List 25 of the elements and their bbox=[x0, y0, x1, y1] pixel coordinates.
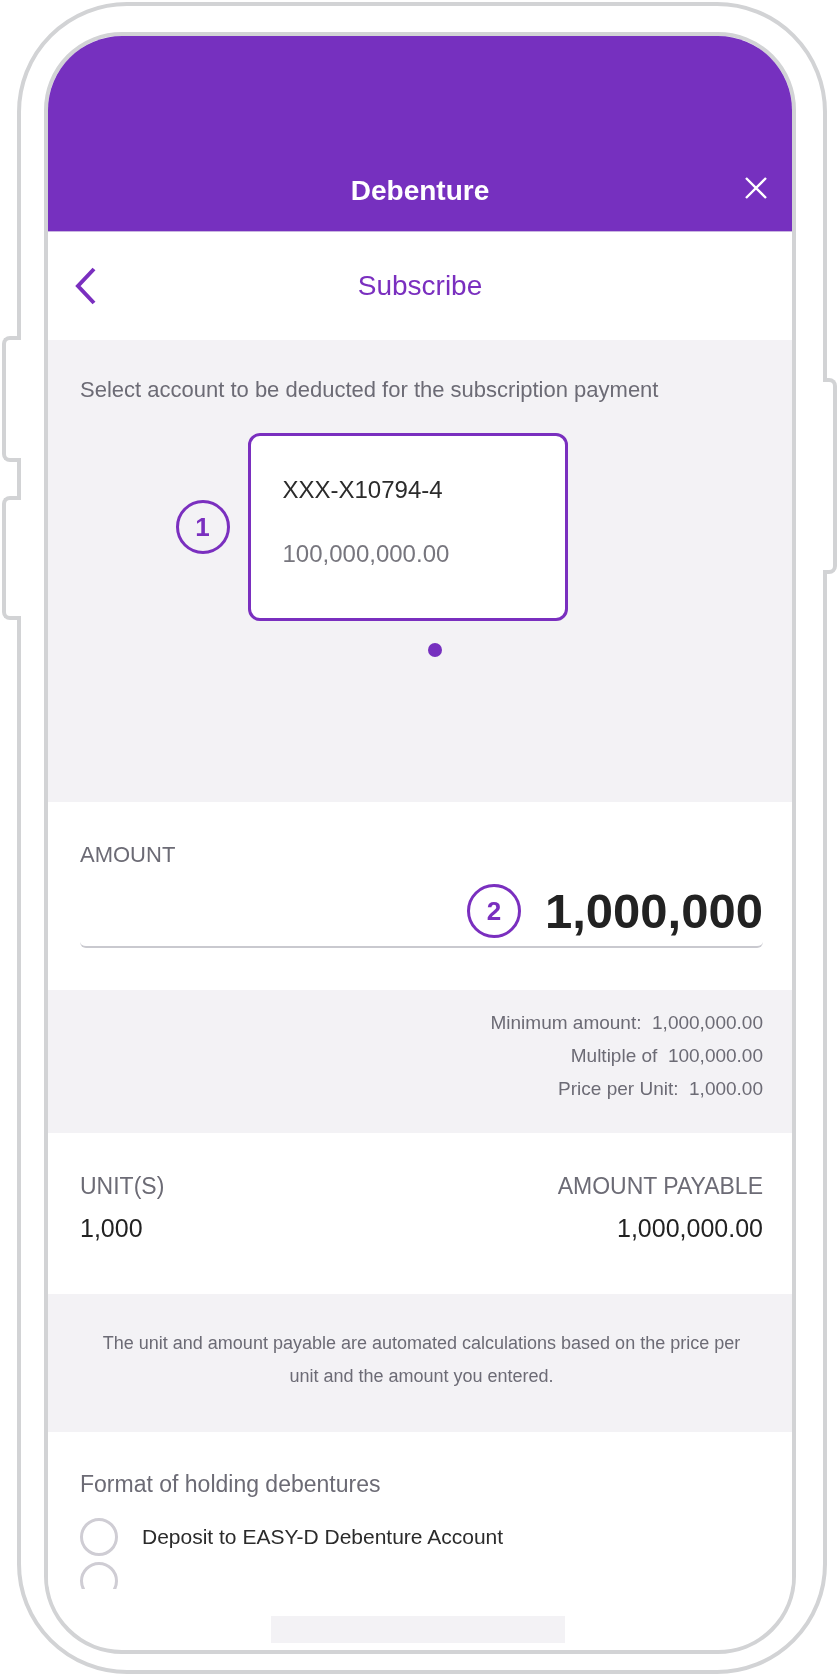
instruction-text: Select account to be deducted for the subscription payment bbox=[80, 376, 660, 404]
payable-value: 1,000,000.00 bbox=[617, 1214, 763, 1243]
amount-field[interactable]: 2 1,000,000 bbox=[80, 876, 763, 948]
account-balance: 100,000,000.00 bbox=[282, 540, 451, 568]
payable-label: AMOUNT PAYABLE bbox=[557, 1173, 763, 1200]
back-button[interactable] bbox=[75, 267, 97, 305]
step-number-badge: 1 bbox=[175, 500, 230, 554]
header-title: Debenture bbox=[350, 175, 490, 207]
option-label: Deposit to EASY-D Debenture Account bbox=[142, 1525, 504, 1549]
account-number: XXX-X10794-4 bbox=[282, 476, 444, 504]
section-label: Format of holding debentures bbox=[80, 1471, 382, 1498]
limit-text: Multiple of 100,000.00 bbox=[570, 1044, 763, 1068]
radio-button[interactable] bbox=[80, 1518, 118, 1556]
step-number-badge: 2 bbox=[467, 884, 521, 938]
close-button[interactable] bbox=[744, 176, 768, 200]
limit-text: Minimum amount: 1,000,000.00 bbox=[490, 1011, 763, 1035]
limit-text: Price per Unit: 1,000.00 bbox=[558, 1077, 763, 1101]
amount-label: AMOUNT bbox=[80, 842, 177, 868]
note-text: The unit and amount payable are automated calculations based on the price per unit and the amount you entered. bbox=[101, 1332, 742, 1388]
units-label: UNIT(S) bbox=[80, 1173, 165, 1200]
page-title: Subscribe bbox=[357, 270, 483, 302]
units-value: 1,000 bbox=[80, 1214, 144, 1243]
account-card[interactable]: XXX-X10794-4 100,000,000.00 bbox=[247, 433, 568, 621]
radio-button[interactable] bbox=[80, 1562, 118, 1589]
page-indicator-dot[interactable] bbox=[427, 643, 442, 657]
